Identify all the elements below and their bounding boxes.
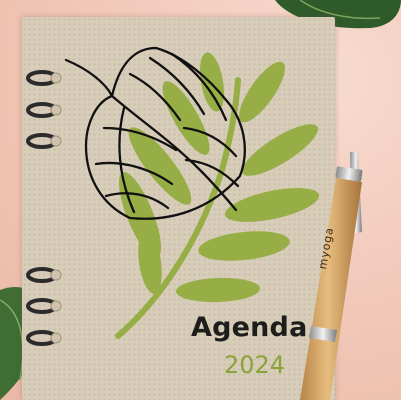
cover-title: Agenda bbox=[191, 312, 308, 343]
cover-year: 2024 bbox=[224, 351, 286, 379]
